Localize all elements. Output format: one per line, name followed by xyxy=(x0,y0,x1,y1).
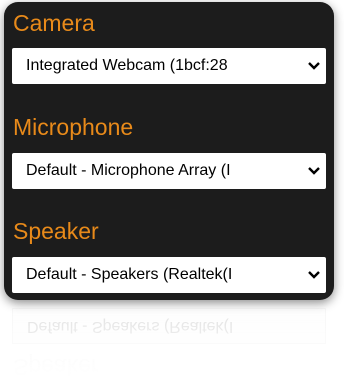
camera-select-value: Integrated Webcam (1bcf:28 xyxy=(26,57,228,74)
microphone-label: Microphone xyxy=(13,114,134,140)
reflected-speaker-value: Default - Speakers (Realtek(I xyxy=(27,318,234,335)
microphone-select-value: Default - Microphone Array (I xyxy=(26,162,231,179)
reflected-speaker-select: Default - Speakers (Realtek(I xyxy=(12,308,326,344)
camera-label: Camera xyxy=(13,10,95,36)
chevron-down-icon xyxy=(308,62,320,70)
reflected-speaker-label: Speaker xyxy=(13,354,99,380)
speaker-select[interactable]: Default - Speakers (Realtek(I xyxy=(12,257,326,293)
device-settings-panel: Camera Integrated Webcam (1bcf:28 Microp… xyxy=(4,2,334,300)
chevron-down-icon xyxy=(308,167,320,175)
panel-reflection: Default - Speakers (Realtek(I Speaker xyxy=(4,300,334,384)
speaker-select-value: Default - Speakers (Realtek(I xyxy=(26,266,233,283)
speaker-label: Speaker xyxy=(13,218,99,244)
microphone-select[interactable]: Default - Microphone Array (I xyxy=(12,153,326,189)
device-settings-stage: Camera Integrated Webcam (1bcf:28 Microp… xyxy=(0,0,344,384)
camera-select[interactable]: Integrated Webcam (1bcf:28 xyxy=(12,48,326,84)
chevron-down-icon xyxy=(308,271,320,279)
